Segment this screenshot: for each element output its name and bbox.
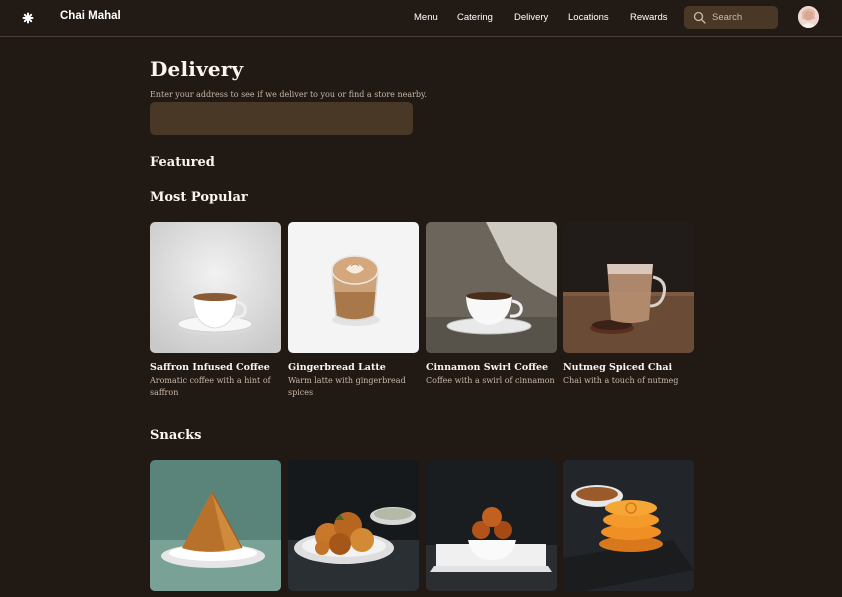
product-card[interactable]: Saffron Infused Coffee Aromatic coffee w…: [150, 222, 281, 399]
address-hint: Enter your address to see if we deliver …: [150, 90, 428, 99]
pakora-image[interactable]: [288, 460, 419, 591]
snack-card[interactable]: [426, 460, 557, 591]
card-title: Nutmeg Spiced Chai: [563, 362, 673, 373]
card-description: Coffee with a swirl of cinnamon: [426, 376, 555, 385]
snack-card[interactable]: [563, 460, 694, 591]
snack-card[interactable]: [288, 460, 419, 591]
nav-catering[interactable]: Catering: [457, 12, 493, 23]
snack-card[interactable]: [150, 460, 281, 591]
search-input[interactable]: [712, 9, 774, 26]
samosa-image[interactable]: [150, 460, 281, 591]
cinnamon-coffee-image[interactable]: [426, 222, 557, 353]
product-card[interactable]: Nutmeg Spiced Chai Chai with a touch of …: [563, 222, 694, 387]
card-title: Cinnamon Swirl Coffee: [426, 362, 549, 373]
gingerbread-latte-image[interactable]: [288, 222, 419, 353]
most-popular-heading: Most Popular: [150, 190, 248, 205]
nav-menu[interactable]: Menu: [414, 12, 438, 23]
page-title: Delivery: [150, 57, 244, 81]
product-card[interactable]: Gingerbread Latte Warm latte with ginger…: [288, 222, 419, 399]
card-title: Gingerbread Latte: [288, 362, 386, 373]
card-description: Chai with a touch of nutmeg: [563, 376, 679, 385]
product-card[interactable]: Cinnamon Swirl Coffee Coffee with a swir…: [426, 222, 557, 387]
saffron-coffee-image[interactable]: [150, 222, 281, 353]
logo-icon[interactable]: [21, 11, 35, 25]
snacks-heading: Snacks: [150, 428, 202, 443]
avatar[interactable]: [798, 6, 819, 28]
gulab-jamun-image[interactable]: [426, 460, 557, 591]
nav-delivery[interactable]: Delivery: [514, 12, 548, 23]
address-input[interactable]: [150, 102, 413, 135]
nutmeg-chai-image[interactable]: [563, 222, 694, 353]
nav-locations[interactable]: Locations: [568, 12, 609, 23]
jalebi-image[interactable]: [563, 460, 694, 591]
featured-heading: Featured: [150, 155, 215, 170]
nav-rewards[interactable]: Rewards: [630, 12, 668, 23]
card-title: Saffron Infused Coffee: [150, 362, 270, 373]
brand-name[interactable]: Chai Mahal: [60, 10, 121, 22]
search-icon: [693, 11, 706, 24]
search-box[interactable]: [684, 6, 778, 29]
card-description: Warm latte with gingerbread spices: [288, 376, 406, 397]
card-description: Aromatic coffee with a hint of saffron: [150, 376, 271, 397]
top-navigation-bar: Chai Mahal Menu Catering Delivery Locati…: [0, 0, 842, 37]
